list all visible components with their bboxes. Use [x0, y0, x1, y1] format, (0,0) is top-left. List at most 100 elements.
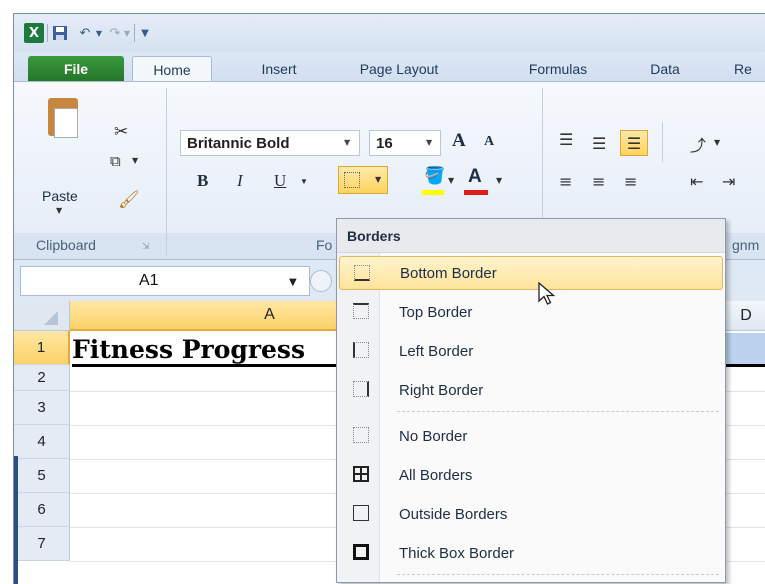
tab-page-layout[interactable]: Page Layout: [344, 56, 454, 82]
clipboard-group-label: Clipboard: [36, 237, 96, 253]
paste-paper-icon: [54, 108, 78, 138]
borders-menu-title: Borders: [337, 219, 725, 253]
menu-item-outside-borders[interactable]: Outside Borders: [339, 497, 723, 531]
underline-dropdown-icon[interactable]: ▼: [300, 177, 308, 186]
orientation-icon[interactable]: ⤴: [690, 132, 706, 156]
orientation-dropdown-icon[interactable]: ▼: [714, 138, 720, 147]
cell-d1[interactable]: [726, 333, 765, 367]
qat-separator: [47, 24, 48, 42]
row-header[interactable]: 4: [14, 425, 70, 459]
select-all-button[interactable]: [14, 301, 70, 331]
grow-font-icon[interactable]: A: [452, 130, 466, 152]
menu-item-no-border[interactable]: No Border: [339, 419, 723, 453]
menu-item-label: Thick Box Border: [399, 544, 515, 562]
no-border-icon: [353, 427, 369, 443]
group-separator: [166, 88, 167, 256]
bottom-border-icon: [354, 265, 370, 281]
menu-item-label: All Borders: [399, 466, 473, 484]
align-right-icon[interactable]: ≡: [624, 172, 637, 191]
row-header[interactable]: 5: [14, 459, 70, 493]
tab-insert[interactable]: Insert: [246, 56, 312, 82]
bold-button[interactable]: B: [197, 171, 208, 191]
menu-item-label: Right Border: [399, 381, 484, 399]
decrease-indent-icon[interactable]: ⇤: [690, 172, 703, 191]
copy-dropdown-icon[interactable]: ▼: [132, 156, 138, 165]
top-align-icon[interactable]: ☰: [559, 130, 573, 149]
menu-item-label: Bottom Border: [400, 264, 497, 282]
align-left-icon[interactable]: ≡: [559, 172, 572, 191]
tab-file[interactable]: File: [28, 56, 124, 82]
formula-cancel-icon[interactable]: [310, 270, 332, 292]
tab-home[interactable]: Home: [132, 56, 212, 83]
clipboard-launcher-icon[interactable]: ⇲: [142, 242, 150, 252]
all-borders-icon: [353, 466, 369, 482]
italic-button[interactable]: I: [237, 171, 243, 191]
borders-menu: Borders Bottom Border Top Border Left Bo…: [336, 218, 726, 583]
menu-item-label: Left Border: [399, 342, 474, 360]
menu-item-thick-box-border[interactable]: Thick Box Border: [339, 536, 723, 570]
borders-button[interactable]: ▼: [338, 166, 388, 194]
font-color-dropdown-icon[interactable]: ▼: [496, 176, 502, 185]
font-size-dropdown-icon[interactable]: ▼: [426, 138, 432, 147]
font-color-icon[interactable]: A: [468, 166, 482, 188]
underline-button[interactable]: U: [274, 171, 286, 191]
menu-item-bottom-border[interactable]: Bottom Border: [339, 256, 723, 290]
customize-qat-icon[interactable]: ▼: [138, 23, 152, 43]
format-painter-icon[interactable]: 🖌: [118, 190, 140, 210]
tab-data[interactable]: Data: [636, 56, 694, 82]
tab-formulas[interactable]: Formulas: [510, 56, 606, 82]
row-header[interactable]: 7: [14, 527, 70, 561]
font-color-swatch: [464, 190, 488, 195]
row-header[interactable]: 3: [14, 391, 70, 425]
font-group-label: Fo: [316, 237, 333, 253]
menu-item-all-borders[interactable]: All Borders: [339, 458, 723, 492]
quick-access-toolbar: X ↶ ▼ ↷ ▼ ▼: [14, 14, 765, 52]
row-header[interactable]: 2: [14, 365, 70, 391]
middle-align-icon[interactable]: ☰: [592, 134, 606, 153]
row-header[interactable]: 1: [14, 331, 70, 365]
row-header[interactable]: 6: [14, 493, 70, 527]
increase-indent-icon[interactable]: ⇥: [722, 172, 735, 191]
menu-separator: [397, 574, 719, 575]
alignment-group-label: gnm: [732, 237, 760, 253]
paste-dropdown-icon[interactable]: ▼: [56, 206, 62, 215]
column-header-d[interactable]: D: [726, 301, 765, 331]
qat-separator: [134, 24, 135, 42]
fill-color-icon[interactable]: 🪣: [424, 166, 445, 186]
paste-label: Paste: [42, 188, 78, 204]
cell-d1-bottom-border: [726, 364, 765, 367]
bottom-align-button[interactable]: ☰: [620, 130, 648, 156]
window-edge-accent: [14, 456, 18, 584]
menu-item-right-border[interactable]: Right Border: [339, 373, 723, 407]
fill-color-swatch: [422, 190, 444, 195]
cut-icon[interactable]: ✂: [114, 122, 128, 142]
menu-item-top-border[interactable]: Top Border: [339, 295, 723, 329]
thick-box-border-icon: [353, 544, 369, 560]
align-center-icon[interactable]: ≡: [592, 172, 605, 191]
copy-icon[interactable]: ⧉: [110, 152, 121, 170]
fill-color-dropdown-icon[interactable]: ▼: [448, 176, 454, 185]
group-separator: [662, 122, 663, 162]
save-icon[interactable]: [52, 23, 68, 43]
redo-dropdown-icon[interactable]: ▼: [122, 23, 132, 43]
ribbon-tabs: File Home Insert Page Layout Formulas Da…: [14, 52, 765, 83]
menu-item-left-border[interactable]: Left Border: [339, 334, 723, 368]
menu-separator: [397, 411, 719, 412]
name-box[interactable]: A1 ▼: [20, 266, 310, 296]
left-border-icon: [353, 342, 369, 358]
undo-icon[interactable]: ↶: [76, 23, 94, 43]
menu-item-label: Outside Borders: [399, 505, 508, 523]
excel-logo-icon[interactable]: X: [24, 23, 44, 43]
outside-borders-icon: [353, 505, 369, 521]
name-box-dropdown-icon[interactable]: ▼: [289, 277, 297, 288]
paste-button[interactable]: Paste ▼: [34, 92, 94, 220]
undo-dropdown-icon[interactable]: ▼: [94, 23, 104, 43]
select-all-triangle-icon: [44, 311, 58, 325]
tab-review[interactable]: Re: [734, 56, 765, 82]
font-name-box[interactable]: Britannic Bold: [180, 130, 360, 156]
font-name-dropdown-icon[interactable]: ▼: [344, 138, 350, 147]
borders-dropdown-icon[interactable]: ▼: [375, 175, 381, 184]
borders-icon: [344, 172, 360, 188]
shrink-font-icon[interactable]: A: [484, 134, 494, 150]
menu-item-label: No Border: [399, 427, 468, 445]
